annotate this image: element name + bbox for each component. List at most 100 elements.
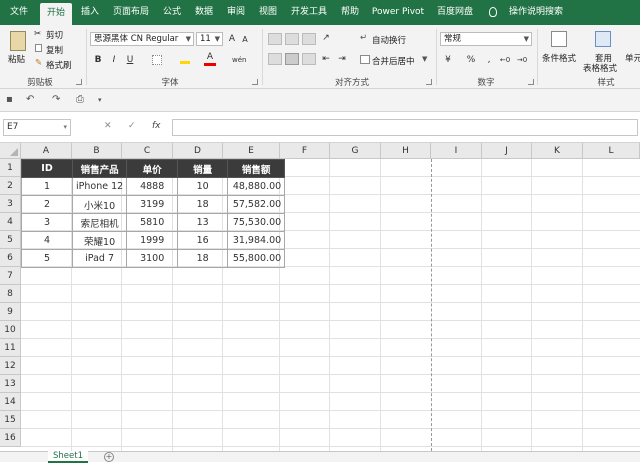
table-cell[interactable]: 18	[177, 249, 229, 268]
table-cell[interactable]: 5810	[126, 213, 179, 232]
currency-button[interactable]: ¥	[442, 53, 454, 67]
increase-decimal-icon[interactable]: ←0	[498, 53, 512, 67]
tab-help[interactable]: 帮助	[336, 0, 364, 25]
font-launcher-icon[interactable]	[252, 79, 258, 85]
row-header[interactable]: 6	[0, 249, 21, 267]
tab-file[interactable]: 文件	[2, 0, 36, 25]
wrap-text-button[interactable]: 自动换行	[372, 34, 406, 46]
table-cell[interactable]: 31,984.00	[227, 231, 286, 250]
merge-dropdown-icon[interactable]: ▼	[422, 55, 427, 63]
font-color-button[interactable]: A	[204, 51, 216, 66]
comma-button[interactable]: ,	[483, 53, 495, 67]
orientation-icon[interactable]: ↗	[320, 31, 332, 45]
header-cell-product[interactable]: 销售产品	[71, 159, 128, 178]
table-cell[interactable]: 4888	[126, 177, 179, 196]
font-size-select[interactable]: 11 ▼	[196, 32, 223, 46]
table-cell[interactable]: 18	[177, 195, 229, 214]
row-header[interactable]: 14	[0, 393, 21, 411]
sheet-tab-sheet1[interactable]: Sheet1	[48, 451, 88, 463]
table-cell[interactable]: 索尼相机	[71, 213, 128, 232]
fill-color-icon[interactable]	[180, 55, 190, 64]
table-format-label-2[interactable]: 表格格式	[583, 62, 617, 74]
format-painter-button[interactable]: 格式刷	[46, 59, 72, 71]
table-cell[interactable]: 小米10	[71, 195, 128, 214]
undo-icon[interactable]: ↶	[26, 94, 34, 105]
align-middle-icon[interactable]	[285, 33, 299, 45]
tab-data[interactable]: 数据	[190, 0, 218, 25]
align-bottom-icon[interactable]	[302, 33, 316, 45]
column-header-l[interactable]: L	[583, 143, 640, 159]
conditional-format-button[interactable]: 条件格式	[542, 52, 576, 64]
table-cell[interactable]: iPhone 12	[71, 177, 128, 196]
table-cell[interactable]: 4	[21, 231, 73, 250]
row-header[interactable]: 4	[0, 213, 21, 231]
paste-button[interactable]: 粘贴	[8, 53, 25, 65]
name-box[interactable]: E7 ▾	[3, 119, 71, 136]
align-top-icon[interactable]	[268, 33, 282, 45]
table-cell[interactable]: 13	[177, 213, 229, 232]
tab-review[interactable]: 审阅	[222, 0, 250, 25]
align-left-icon[interactable]	[268, 53, 282, 65]
percent-button[interactable]: %	[465, 53, 477, 67]
table-cell[interactable]: 57,582.00	[227, 195, 286, 214]
table-cell[interactable]: 3199	[126, 195, 179, 214]
font-shrink-button[interactable]: A	[240, 33, 250, 47]
row-header[interactable]: 13	[0, 375, 21, 393]
customize-qat-icon[interactable]: ▾	[98, 96, 102, 104]
number-launcher-icon[interactable]	[528, 79, 534, 85]
column-header-a[interactable]: A	[21, 143, 72, 159]
merge-center-button[interactable]: 合并后居中	[372, 55, 415, 67]
column-header-g[interactable]: G	[330, 143, 381, 159]
copy-button[interactable]: 复制	[46, 44, 63, 56]
header-cell-sales[interactable]: 销售额	[227, 159, 286, 178]
row-header[interactable]: 15	[0, 411, 21, 429]
tab-view[interactable]: 视图	[254, 0, 282, 25]
tab-home[interactable]: 开始	[40, 3, 72, 25]
enter-icon[interactable]: ✓	[128, 121, 136, 131]
row-header[interactable]: 5	[0, 231, 21, 249]
tab-developer[interactable]: 开发工具	[286, 0, 332, 25]
tab-power-pivot[interactable]: Power Pivot	[368, 0, 428, 25]
tab-baidu-netdisk[interactable]: 百度网盘	[432, 0, 478, 25]
decrease-decimal-icon[interactable]: →0	[515, 53, 529, 67]
column-header-j[interactable]: J	[482, 143, 532, 159]
table-cell[interactable]: 75,530.00	[227, 213, 286, 232]
alignment-launcher-icon[interactable]	[426, 79, 432, 85]
cut-button[interactable]: 剪切	[46, 29, 63, 41]
bold-button[interactable]: B	[92, 53, 104, 67]
align-right-icon[interactable]	[302, 53, 316, 65]
italic-button[interactable]: I	[108, 53, 120, 67]
underline-button[interactable]: U	[124, 53, 136, 67]
column-header-d[interactable]: D	[173, 143, 223, 159]
select-all-corner[interactable]	[0, 143, 21, 159]
font-grow-button[interactable]: A	[227, 32, 237, 46]
header-cell-id[interactable]: ID	[21, 159, 73, 178]
table-cell[interactable]: 1999	[126, 231, 179, 250]
phonetic-button[interactable]: wén	[232, 53, 246, 67]
row-header[interactable]: 2	[0, 177, 21, 195]
indent-decrease-icon[interactable]: ⇤	[320, 52, 332, 66]
table-cell[interactable]: 5	[21, 249, 73, 268]
row-header[interactable]: 16	[0, 429, 21, 447]
add-sheet-icon[interactable]: +	[104, 452, 114, 462]
row-header[interactable]: 3	[0, 195, 21, 213]
formula-input[interactable]	[172, 119, 638, 136]
table-cell[interactable]: 3100	[126, 249, 179, 268]
table-cell[interactable]: 1	[21, 177, 73, 196]
column-header-i[interactable]: I	[431, 143, 482, 159]
clipboard-launcher-icon[interactable]	[76, 79, 82, 85]
header-cell-quantity[interactable]: 销量	[177, 159, 229, 178]
save-icon[interactable]: ▪	[6, 94, 13, 105]
table-cell[interactable]: 2	[21, 195, 73, 214]
table-cell[interactable]: 55,800.00	[227, 249, 286, 268]
paste-icon[interactable]	[10, 31, 26, 51]
align-center-icon[interactable]	[285, 53, 299, 65]
column-header-h[interactable]: H	[381, 143, 431, 159]
tab-insert[interactable]: 插入	[76, 0, 104, 25]
table-cell[interactable]: 荣耀10	[71, 231, 128, 250]
print-preview-icon[interactable]: ⎙	[76, 94, 84, 105]
row-header[interactable]: 10	[0, 321, 21, 339]
insert-function-button[interactable]: fx	[152, 121, 161, 131]
table-cell[interactable]: 10	[177, 177, 229, 196]
table-cell[interactable]: 48,880.00	[227, 177, 286, 196]
